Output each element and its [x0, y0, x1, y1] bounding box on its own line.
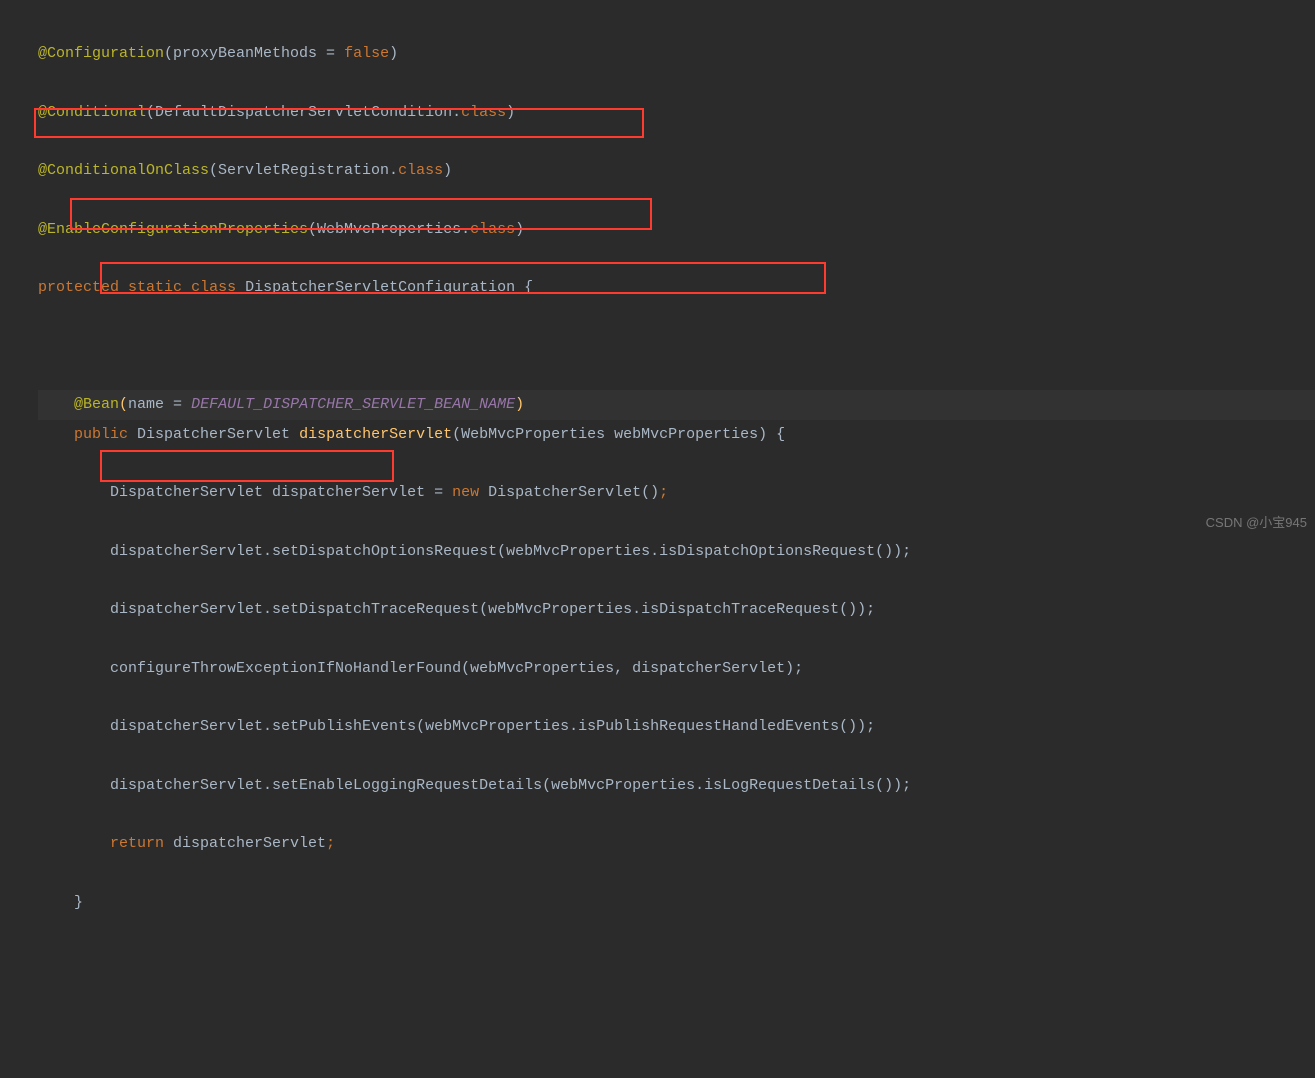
stmt: dispatcherServlet.setEnableLoggingReques…	[110, 777, 911, 794]
keyword: class	[191, 279, 236, 296]
stmt: dispatcherServlet.setDispatchOptionsRequ…	[110, 543, 911, 560]
code-line: configureThrowExceptionIfNoHandlerFound(…	[38, 654, 1315, 683]
rparen-hl: )	[515, 396, 524, 413]
paren: )	[443, 162, 452, 179]
watermark: CSDN @小宝945	[1206, 510, 1307, 535]
paren: )	[389, 45, 398, 62]
return-type: DispatcherServlet	[128, 426, 299, 443]
paren: )	[506, 104, 515, 121]
keyword-return: return	[110, 835, 164, 852]
code-line: protected static class DispatcherServlet…	[38, 273, 1315, 302]
keyword-false: false	[344, 45, 389, 62]
code-line-highlighted: @Bean(name = DEFAULT_DISPATCHER_SERVLET_…	[38, 390, 1315, 419]
paren: )	[515, 221, 524, 238]
code-line: dispatcherServlet.setDispatchTraceReques…	[38, 595, 1315, 624]
args: (DefaultDispatcherServletCondition.	[146, 104, 461, 121]
keyword: static	[128, 279, 182, 296]
ctor: DispatcherServlet()	[479, 484, 659, 501]
lparen-hl: (	[119, 396, 128, 413]
blank-line	[38, 332, 1315, 361]
code-line: @Conditional(DefaultDispatcherServletCon…	[38, 98, 1315, 127]
code-line: return dispatcherServlet;	[38, 829, 1315, 858]
class-name: DispatcherServletConfiguration {	[236, 279, 533, 296]
code-line: DispatcherServlet dispatcherServlet = ne…	[38, 478, 1315, 507]
args: (WebMvcProperties.	[308, 221, 470, 238]
brace: }	[74, 894, 83, 911]
args: (ServletRegistration.	[209, 162, 398, 179]
code-line: dispatcherServlet.setDispatchOptionsRequ…	[38, 537, 1315, 566]
keyword: public	[74, 426, 128, 443]
stmt: dispatcherServlet.setPublishEvents(webMv…	[110, 718, 875, 735]
return-expr: dispatcherServlet	[164, 835, 326, 852]
annotation: @Conditional	[38, 104, 146, 121]
method-name: dispatcherServlet	[299, 426, 452, 443]
stmt: DispatcherServlet dispatcherServlet =	[110, 484, 452, 501]
keyword-class: class	[470, 221, 515, 238]
keyword: protected	[38, 279, 119, 296]
code-editor: @Configuration(proxyBeanMethods = false)…	[0, 0, 1315, 1078]
code-line: @Configuration(proxyBeanMethods = false)	[38, 39, 1315, 68]
code-line: }	[38, 888, 1315, 917]
keyword-class: class	[398, 162, 443, 179]
semicolon: ;	[659, 484, 668, 501]
keyword-class: class	[461, 104, 506, 121]
annotation: @Bean	[74, 396, 119, 413]
code-line: @EnableConfigurationProperties(WebMvcPro…	[38, 215, 1315, 244]
code-line: dispatcherServlet.setPublishEvents(webMv…	[38, 712, 1315, 741]
params: (WebMvcProperties webMvcProperties) {	[452, 426, 785, 443]
arg: name =	[128, 396, 191, 413]
code-line: public DispatcherServlet dispatcherServl…	[38, 420, 1315, 449]
annotation: @Configuration	[38, 45, 164, 62]
args: (proxyBeanMethods =	[164, 45, 344, 62]
annotation: @ConditionalOnClass	[38, 162, 209, 179]
stmt: configureThrowExceptionIfNoHandlerFound(…	[110, 660, 803, 677]
constant: DEFAULT_DISPATCHER_SERVLET_BEAN_NAME	[191, 396, 515, 413]
code-line: dispatcherServlet.setEnableLoggingReques…	[38, 771, 1315, 800]
code-line: @ConditionalOnClass(ServletRegistration.…	[38, 156, 1315, 185]
semicolon: ;	[326, 835, 335, 852]
keyword-new: new	[452, 484, 479, 501]
stmt: dispatcherServlet.setDispatchTraceReques…	[110, 601, 875, 618]
annotation: @EnableConfigurationProperties	[38, 221, 308, 238]
